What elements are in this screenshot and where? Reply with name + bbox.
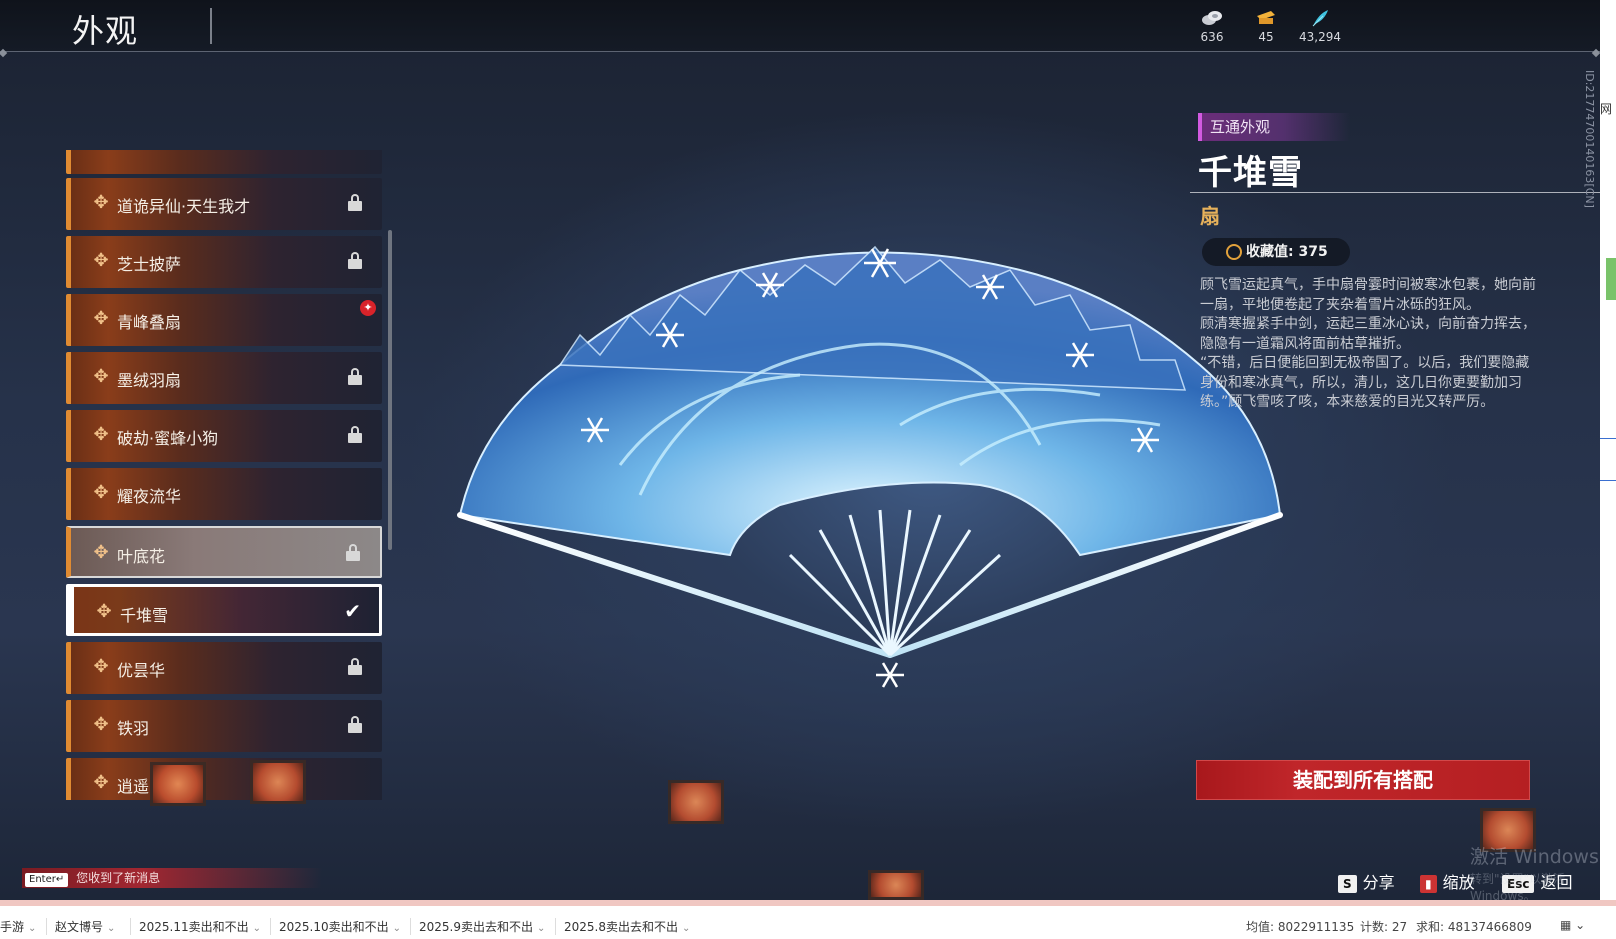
fan-category-icon: ✥ bbox=[93, 250, 109, 271]
fan-preview-image[interactable] bbox=[440, 225, 1320, 725]
list-item[interactable]: ✥ 青峰叠扇 ✦ bbox=[66, 294, 382, 346]
item-description: 顾飞雪运起真气，手中扇骨霎时间被寒冰包裹，她向前一扇，平地便卷起了夹杂着雪片冰砾… bbox=[1200, 277, 1536, 410]
sheet-tab[interactable]: 赵文博号 ⌄ bbox=[46, 918, 115, 935]
lantern-decoration bbox=[250, 760, 306, 804]
lantern-decoration bbox=[668, 780, 724, 824]
status-sum: 求和: 48137466809 bbox=[1416, 920, 1532, 934]
collection-value-badge: 收藏值: 375 bbox=[1202, 238, 1350, 266]
fan-category-icon: ✥ bbox=[93, 714, 109, 735]
lock-icon bbox=[348, 252, 362, 270]
fan-category-icon: ✥ bbox=[93, 308, 109, 329]
status-average: 均值: 8022911135 bbox=[1246, 920, 1355, 934]
item-name: 千堆雪 bbox=[1198, 153, 1303, 193]
fan-category-icon: ✥ bbox=[93, 542, 109, 563]
title-divider bbox=[210, 8, 212, 44]
windows-activation-watermark: 激活 Windows bbox=[1470, 846, 1599, 868]
lock-icon bbox=[348, 194, 362, 212]
sheet-view-icon[interactable]: ▦ ⌄ bbox=[1560, 918, 1585, 932]
feather-icon bbox=[1290, 8, 1350, 28]
checkmark-icon: ✔ bbox=[344, 599, 361, 623]
list-item[interactable]: ✥ 芝士披萨 bbox=[66, 236, 382, 288]
sheet-tab[interactable]: 2025.11卖出和不出 ⌄ bbox=[130, 918, 261, 935]
windows-activation-subtext: 转到"设置"以激活 Windows。 bbox=[1470, 872, 1566, 900]
list-item[interactable]: ✥ 墨绒羽扇 bbox=[66, 352, 382, 404]
lock-icon bbox=[348, 658, 362, 676]
page-title: 外观 bbox=[72, 12, 139, 50]
player-id-label: ID:2177470014016​3[CN] bbox=[1583, 70, 1596, 208]
enter-key-icon: Enter↵ bbox=[25, 873, 69, 887]
list-item[interactable] bbox=[66, 150, 382, 174]
fan-category-icon: ✥ bbox=[93, 192, 109, 213]
top-bar: 外观 636 45 43,294 bbox=[0, 0, 1600, 52]
list-item[interactable]: ✥ 耀夜流华 bbox=[66, 468, 382, 520]
fan-category-icon: ✥ bbox=[93, 772, 109, 793]
list-scrollbar[interactable] bbox=[388, 230, 392, 550]
sheet-tab[interactable]: 手游 ⌄ bbox=[0, 918, 36, 935]
list-item-hovered[interactable]: ✥ 叶底花 bbox=[66, 526, 382, 578]
lock-icon bbox=[346, 544, 360, 562]
list-item-selected[interactable]: ✥ 千堆雪 ✔ bbox=[66, 584, 382, 636]
fan-category-icon: ✥ bbox=[93, 482, 109, 503]
lock-icon bbox=[348, 368, 362, 386]
sheet-tab[interactable]: 2025.10卖出和不出 ⌄ bbox=[270, 918, 401, 935]
background-window-edge: 网 bbox=[1600, 0, 1616, 900]
sheet-tab[interactable]: 2025.8卖出去和不出 ⌄ bbox=[555, 918, 690, 935]
new-message-notice[interactable]: Enter↵ 您收到了新消息 bbox=[22, 868, 322, 888]
spreadsheet-sheet-tabs: 手游 ⌄ 赵文博号 ⌄ 2025.11卖出和不出 ⌄ 2025.10卖出和不出 ⌄ 20… bbox=[0, 900, 1616, 939]
crossplay-tag: 互通外观 bbox=[1198, 113, 1350, 141]
game-window: 外观 636 45 43,294 ✥ 道诡异仙·天生我才 ✥ 芝士披萨 ✥ 青峰… bbox=[0, 0, 1600, 900]
appearance-list[interactable]: ✥ 道诡异仙·天生我才 ✥ 芝士披萨 ✥ 青峰叠扇 ✦ ✥ 墨绒羽扇 ✥ 破劫·… bbox=[66, 150, 392, 800]
list-item[interactable]: ✥ 破劫·蜜蜂小狗 bbox=[66, 410, 382, 462]
new-badge-icon: ✦ bbox=[360, 300, 376, 316]
share-hint[interactable]: S 分享 bbox=[1338, 869, 1395, 893]
mouse-icon: ▮ bbox=[1420, 875, 1437, 893]
equip-all-button[interactable]: 装配到所有搭配 bbox=[1196, 760, 1530, 800]
list-item[interactable]: ✥ 道诡异仙·天生我才 bbox=[66, 178, 382, 230]
name-underline bbox=[1190, 192, 1600, 193]
fan-category-icon: ✥ bbox=[93, 424, 109, 445]
currency-coin: 636 bbox=[1182, 8, 1242, 44]
gold-ticket-icon bbox=[1236, 8, 1296, 28]
zoom-hint[interactable]: ▮ 缩放 bbox=[1420, 869, 1475, 893]
fan-category-icon: ✥ bbox=[93, 656, 109, 677]
currency-ticket: 45 bbox=[1236, 8, 1296, 44]
list-item[interactable]: ✥ 优昙华 bbox=[66, 642, 382, 694]
coin-stack-icon bbox=[1182, 8, 1242, 28]
collection-icon bbox=[1226, 244, 1242, 260]
lock-icon bbox=[348, 716, 362, 734]
item-type: 扇 bbox=[1200, 204, 1220, 228]
fan-category-icon: ✥ bbox=[93, 366, 109, 387]
fan-category-icon: ✥ bbox=[96, 601, 112, 622]
currency-feather: 43,294 bbox=[1290, 8, 1350, 44]
sheet-tab[interactable]: 2025.9卖出去和不出 ⌄ bbox=[410, 918, 545, 935]
list-item[interactable]: ✥ 铁羽 bbox=[66, 700, 382, 752]
lantern-decoration bbox=[150, 762, 206, 806]
lantern-decoration bbox=[868, 870, 924, 900]
lock-icon bbox=[348, 426, 362, 444]
list-item[interactable]: ✥ 逍遥 bbox=[66, 758, 382, 800]
status-count: 计数: 27 bbox=[1360, 920, 1408, 934]
